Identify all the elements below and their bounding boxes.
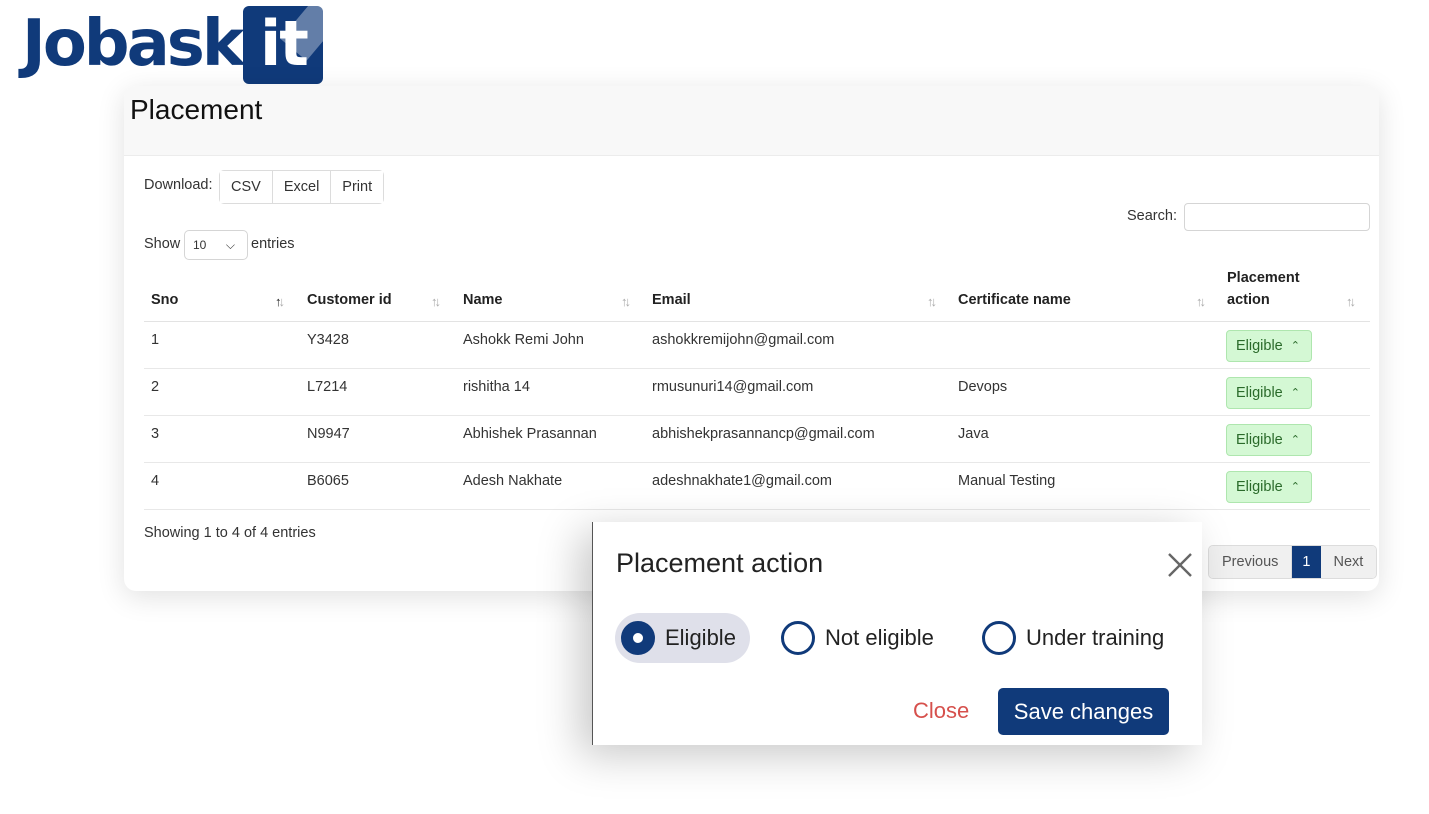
previous-page-button[interactable]: Previous — [1209, 546, 1293, 578]
placement-table: Sno ↑↓ Customer id ↑↓ Name ↑↓ Email ↑↓ C… — [144, 266, 1370, 510]
next-page-button[interactable]: Next — [1320, 546, 1377, 578]
download-button-group: CSV Excel Print — [219, 170, 385, 204]
sort-icon[interactable]: ↑↓ — [927, 294, 937, 309]
csv-button[interactable]: CSV — [220, 171, 273, 203]
page-title: Placement — [130, 94, 263, 125]
chevron-up-down-icon: ⌃ — [1290, 481, 1300, 493]
placement-action-label: Eligible — [1236, 479, 1283, 495]
cell-email: rmusunuri14@gmail.com — [652, 379, 814, 395]
placement-action-button[interactable]: Eligible ⌃ — [1226, 377, 1312, 409]
cell-email: abhishekprasannancp@gmail.com — [652, 426, 875, 442]
table-row: 3 N9947 Abhishek Prasannan abhishekprasa… — [144, 416, 1370, 463]
placement-action-button[interactable]: Eligible ⌃ — [1226, 330, 1312, 362]
sort-icon[interactable]: ↑↓ — [431, 294, 441, 309]
sort-asc-icon[interactable]: ↑↓ — [275, 294, 285, 309]
radio-label-under-training: Under training — [1026, 625, 1165, 650]
download-label: Download: — [144, 177, 213, 193]
radio-option-eligible[interactable]: Eligible — [615, 613, 750, 663]
column-header-name[interactable]: Name — [463, 289, 503, 311]
search-input[interactable] — [1184, 203, 1370, 231]
chevron-up-down-icon: ⌃ — [1290, 387, 1300, 399]
table-row: 1 Y3428 Ashokk Remi John ashokkremijohn@… — [144, 322, 1370, 369]
radio-label-not-eligible: Not eligible — [825, 625, 934, 650]
page-1-button[interactable]: 1 — [1292, 546, 1321, 578]
logo-badge: it — [243, 6, 324, 84]
cell-sno: 2 — [151, 379, 160, 395]
cell-email: ashokkremijohn@gmail.com — [652, 332, 835, 348]
cell-name: Adesh Nakhate — [463, 473, 563, 489]
logo-text: Jobask — [22, 7, 244, 81]
placement-action-label: Eligible — [1236, 338, 1283, 354]
save-changes-button[interactable]: Save changes — [998, 688, 1169, 735]
table-row: 2 L7214 rishitha 14 rmusunuri14@gmail.co… — [144, 369, 1370, 416]
cell-name: Abhishek Prasannan — [463, 426, 597, 442]
entries-select[interactable]: 10 ⌵ — [184, 230, 248, 260]
cell-name: Ashokk Remi John — [463, 332, 584, 348]
entries-select-value: 10 — [193, 238, 207, 252]
placement-action-button[interactable]: Eligible ⌃ — [1226, 471, 1312, 503]
cell-name: rishitha 14 — [463, 379, 530, 395]
table-info: Showing 1 to 4 of 4 entries — [144, 525, 316, 541]
modal-title: Placement action — [616, 548, 824, 578]
excel-button[interactable]: Excel — [272, 171, 332, 203]
placement-action-button[interactable]: Eligible ⌃ — [1226, 424, 1312, 456]
cell-certificate: Manual Testing — [958, 473, 1056, 489]
sort-icon[interactable]: ↑↓ — [621, 294, 631, 309]
radio-option-under-training[interactable]: Under training — [982, 613, 1164, 663]
cell-sno: 1 — [151, 332, 160, 348]
radio-checked-icon — [621, 621, 655, 655]
close-button[interactable]: Close — [913, 698, 969, 724]
table-header: Sno ↑↓ Customer id ↑↓ Name ↑↓ Email ↑↓ C… — [144, 266, 1370, 322]
print-button[interactable]: Print — [331, 171, 384, 203]
cell-certificate: Devops — [958, 379, 1008, 395]
close-icon[interactable] — [1165, 550, 1195, 580]
placement-action-label: Eligible — [1236, 432, 1283, 448]
cell-sno: 3 — [151, 426, 160, 442]
radio-label-eligible: Eligible — [665, 625, 736, 650]
cell-customer-id: N9947 — [307, 426, 350, 442]
cell-certificate: Java — [958, 426, 989, 442]
radio-unchecked-icon — [781, 621, 815, 655]
chevron-up-down-icon: ⌃ — [1290, 434, 1300, 446]
column-header-email[interactable]: Email — [652, 289, 691, 311]
placement-action-label: Eligible — [1236, 385, 1283, 401]
jobaskit-logo: Jobask it — [22, 4, 324, 84]
entries-label: entries — [251, 236, 295, 252]
cell-customer-id: L7214 — [307, 379, 348, 395]
placement-card: Placement Download: CSV Excel Print Sear… — [124, 86, 1379, 591]
chevron-up-down-icon: ⌃ — [1290, 340, 1300, 352]
cell-customer-id: B6065 — [307, 473, 349, 489]
cell-email: adeshnakhate1@gmail.com — [652, 473, 832, 489]
radio-unchecked-icon — [982, 621, 1016, 655]
chevron-down-icon: ⌵ — [225, 238, 235, 252]
table-row: 4 B6065 Adesh Nakhate adeshnakhate1@gmai… — [144, 463, 1370, 510]
cell-sno: 4 — [151, 473, 160, 489]
radio-option-not-eligible[interactable]: Not eligible — [781, 613, 934, 663]
column-header-certificate-name[interactable]: Certificate name — [958, 289, 1071, 311]
sort-icon[interactable]: ↑↓ — [1196, 294, 1206, 309]
cell-customer-id: Y3428 — [307, 332, 349, 348]
card-header — [124, 86, 1379, 156]
show-label: Show — [144, 236, 181, 252]
pagination: Previous 1 Next — [1208, 545, 1378, 579]
search-label: Search: — [1127, 208, 1177, 224]
column-header-sno[interactable]: Sno — [151, 289, 178, 311]
column-header-placement-action[interactable]: Placement action — [1227, 267, 1337, 311]
sort-icon[interactable]: ↑↓ — [1346, 294, 1356, 309]
column-header-customer-id[interactable]: Customer id — [307, 289, 392, 311]
placement-action-modal: Placement action Eligible Not eligible U… — [592, 522, 1202, 745]
